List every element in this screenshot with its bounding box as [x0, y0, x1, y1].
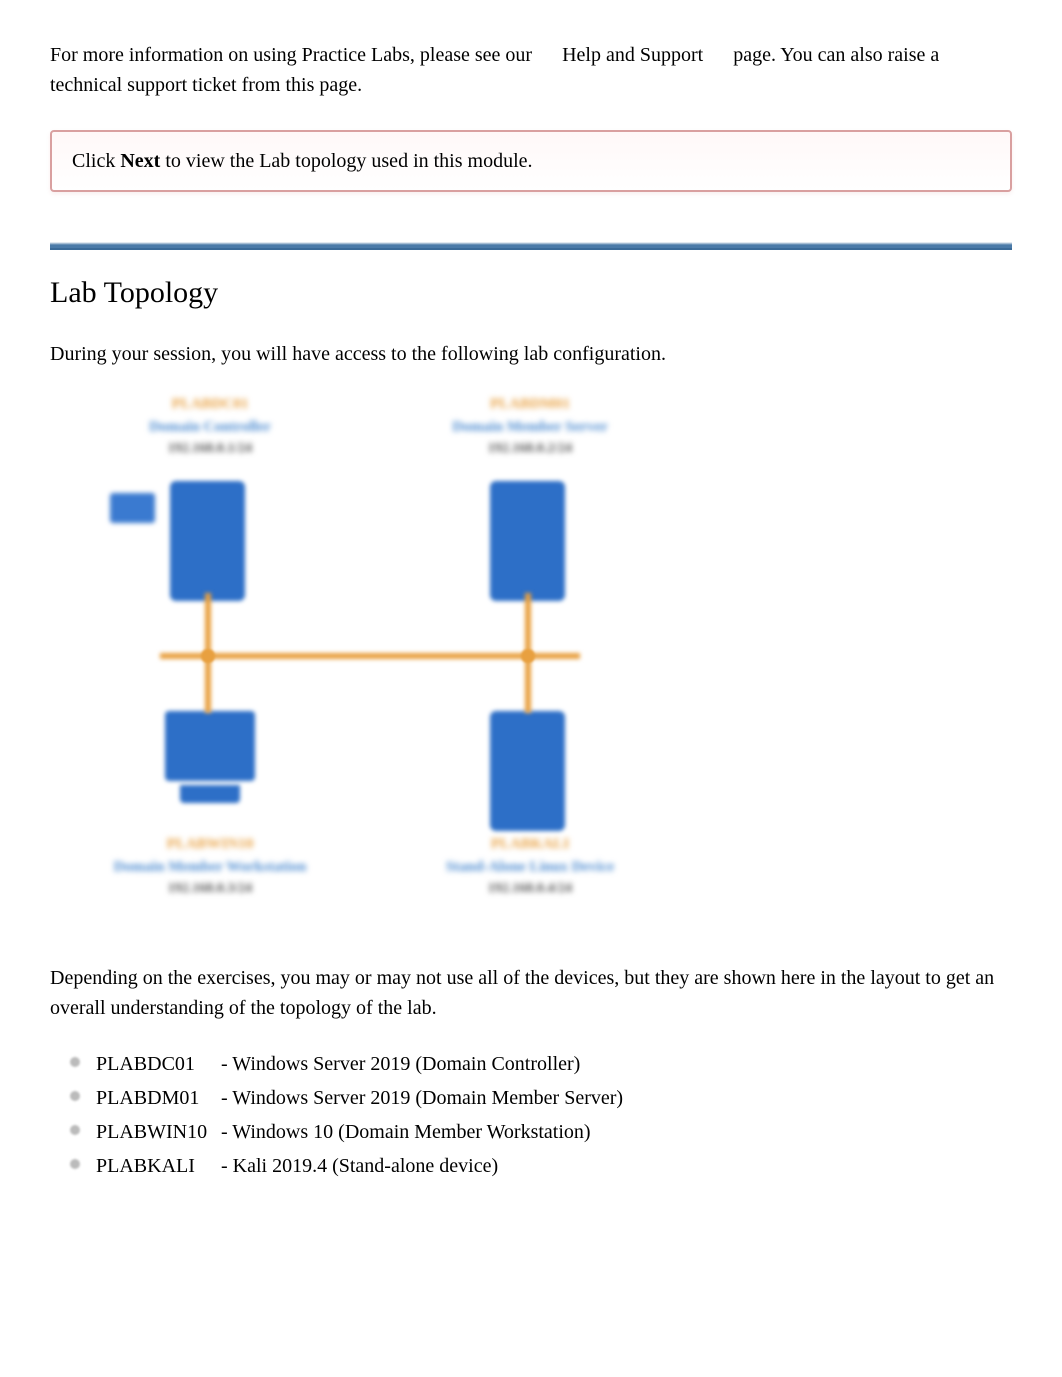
next-bold: Next	[120, 150, 160, 172]
diagram-node-plabwin10: PLABWIN10 Domain Member Workstation 192.…	[60, 833, 360, 899]
device-name: PLABWIN10	[96, 1117, 216, 1147]
device-name: PLABDM01	[96, 1083, 216, 1113]
server-icon	[170, 473, 245, 609]
diagram-node-plabkali: PLABKALI Stand-Alone Linux Device 192.16…	[380, 833, 680, 899]
network-node-icon	[521, 649, 535, 663]
device-desc: - Kali 2019.4 (Stand-alone device)	[221, 1155, 498, 1177]
section-heading: Lab Topology	[50, 270, 1012, 315]
next-prefix: Click	[72, 150, 120, 172]
list-item: PLABDC01 - Windows Server 2019 (Domain C…	[70, 1047, 1012, 1081]
server-icon	[490, 703, 565, 839]
diagram-node-plabdm01: PLABDM01 Domain Member Server 192.168.0.…	[380, 393, 680, 459]
intro-paragraph: For more information on using Practice L…	[50, 40, 1012, 100]
list-item: PLABWIN10 - Windows 10 (Domain Member Wo…	[70, 1115, 1012, 1149]
workstation-icon	[165, 703, 255, 819]
server-icon	[490, 473, 565, 609]
network-line	[160, 653, 580, 659]
next-instruction-box: Click Next to view the Lab topology used…	[50, 130, 1012, 192]
diagram-node-plabdc01: PLABDC01 Domain Controller 192.168.0.1/2…	[60, 393, 360, 459]
device-desc: - Windows 10 (Domain Member Workstation)	[221, 1121, 591, 1143]
device-name: PLABDC01	[96, 1049, 216, 1079]
list-item: PLABDM01 - Windows Server 2019 (Domain M…	[70, 1081, 1012, 1115]
device-description: Depending on the exercises, you may or m…	[50, 963, 1012, 1023]
list-item: PLABKALI - Kali 2019.4 (Stand-alone devi…	[70, 1149, 1012, 1183]
device-name: PLABKALI	[96, 1151, 216, 1181]
section-intro: During your session, you will have acces…	[50, 339, 1012, 369]
topology-diagram: PLABDC01 Domain Controller 192.168.0.1/2…	[60, 393, 700, 933]
device-list: PLABDC01 - Windows Server 2019 (Domain C…	[70, 1047, 1012, 1183]
next-suffix: to view the Lab topology used in this mo…	[160, 150, 532, 172]
section-divider	[50, 242, 1012, 250]
help-support-link[interactable]: Help and Support	[562, 40, 703, 70]
network-node-icon	[201, 649, 215, 663]
intro-prefix: For more information on using Practice L…	[50, 44, 532, 66]
device-desc: - Windows Server 2019 (Domain Controller…	[221, 1053, 580, 1075]
device-desc: - Windows Server 2019 (Domain Member Ser…	[221, 1087, 623, 1109]
